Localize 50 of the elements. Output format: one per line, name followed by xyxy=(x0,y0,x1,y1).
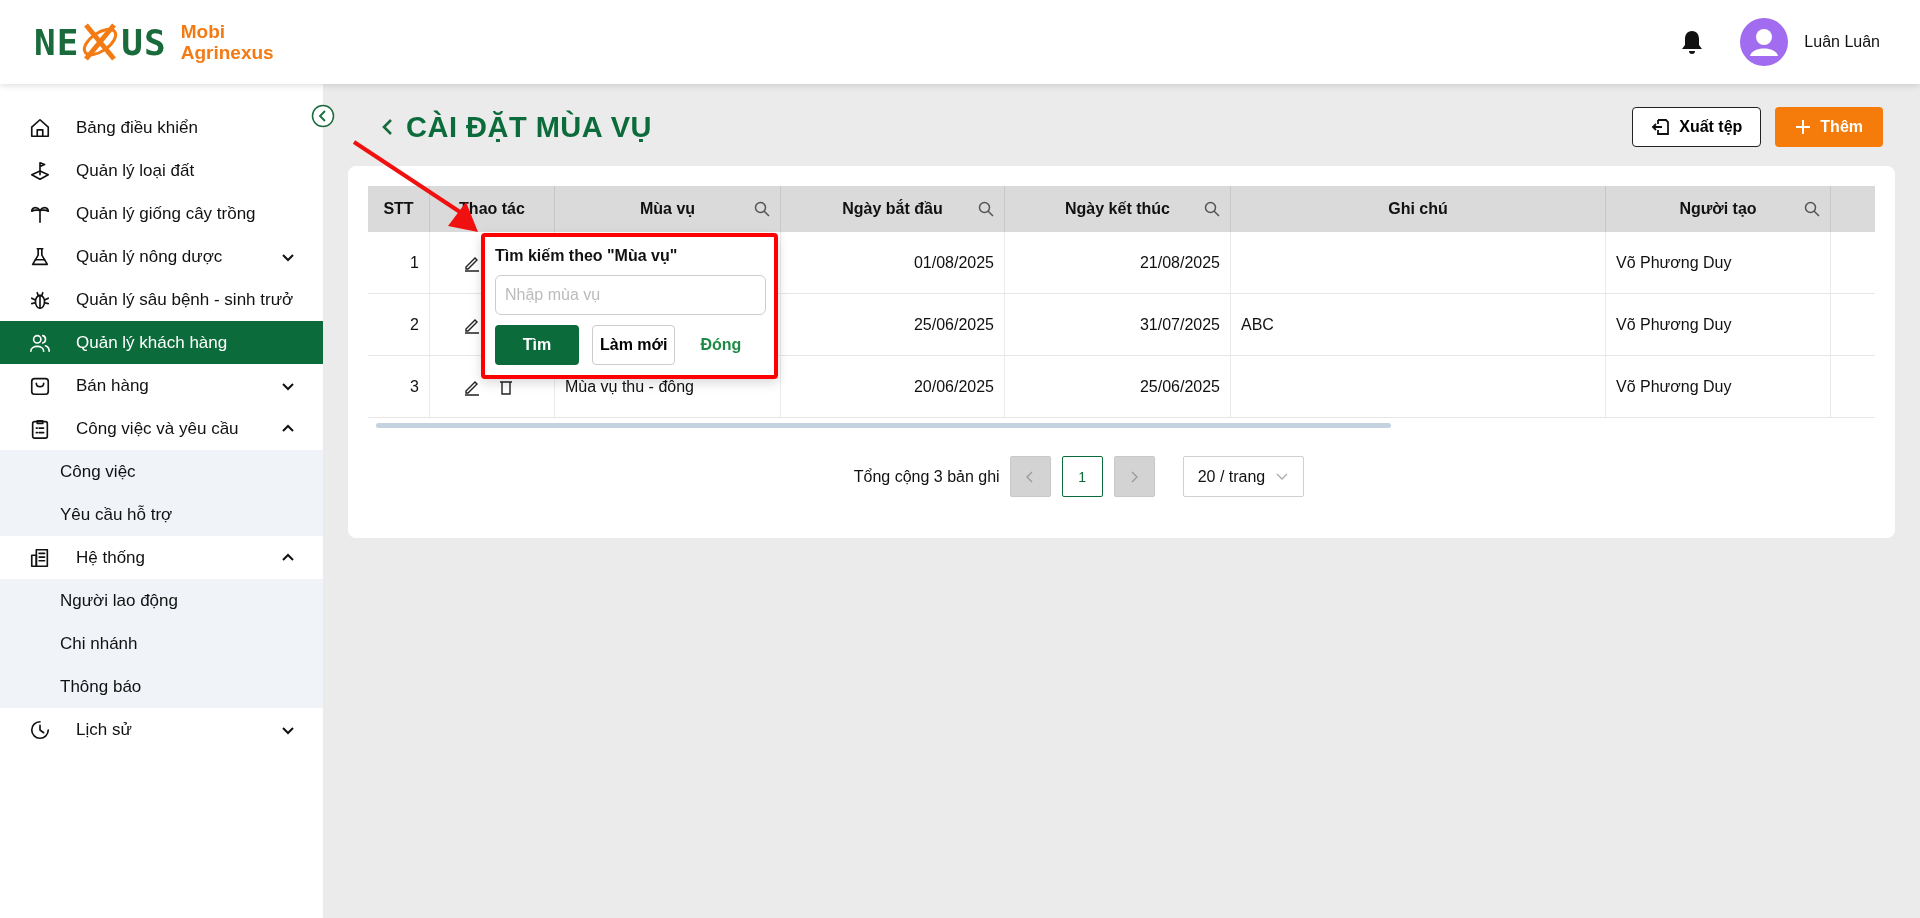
column-header[interactable]: Ngày kết thúc xyxy=(1005,186,1231,232)
sidebar-item[interactable]: Hệ thống xyxy=(0,536,309,579)
page-title: CÀI ĐẶT MÙA VỤ xyxy=(406,110,652,144)
table-cell: ABC xyxy=(1241,315,1274,334)
export-button[interactable]: Xuất tệp xyxy=(1632,107,1762,147)
total-count: Tổng cộng 3 bản ghi xyxy=(853,467,1000,486)
sidebar-subitem[interactable]: Chi nhánh xyxy=(0,622,323,665)
logo-text: US xyxy=(121,21,167,63)
table-cell: 20/06/2025 xyxy=(781,356,1005,417)
sidebar-item[interactable]: Bảng điều khiển xyxy=(0,106,309,149)
sidebar-item[interactable]: Lịch sử xyxy=(0,708,309,751)
table-cell: 25/06/2025 xyxy=(781,294,1005,355)
table-cell: 25/06/2025 xyxy=(1005,356,1231,417)
sidebar-item[interactable]: Công việc và yêu cầu xyxy=(0,407,309,450)
column-header[interactable]: Người tạo xyxy=(1606,186,1831,232)
sidebar-subitem[interactable]: Thông báo xyxy=(0,665,323,708)
sidebar-subitem[interactable]: Yêu cầu hỗ trợ xyxy=(0,493,323,536)
table-cell: 21/08/2025 xyxy=(1005,232,1231,293)
sidebar-item[interactable]: Quản lý khách hàng xyxy=(0,321,323,364)
table-cell: Võ Phương Duy xyxy=(1606,294,1831,355)
page-button[interactable]: 1 xyxy=(1061,456,1103,497)
table-cell: Mùa vụ thu - đông xyxy=(565,377,694,396)
sidebar-item[interactable]: Quản lý giống cây trồng xyxy=(0,192,309,235)
sidebar-subitem[interactable]: Người lao động xyxy=(0,579,323,622)
brand-name: Agrinexus xyxy=(180,42,274,63)
search-field[interactable]: Nhập mùa vụ xyxy=(495,275,766,315)
column-header[interactable]: STT xyxy=(368,186,430,232)
sidebar-subitem[interactable]: Công việc xyxy=(0,450,323,493)
brand-name: Mobi xyxy=(180,21,227,42)
sidebar-item[interactable]: Bán hàng xyxy=(0,364,309,407)
logo-text: NE xyxy=(34,21,80,63)
column-header[interactable]: Mùa vụ xyxy=(555,186,781,232)
column-header[interactable]: Ngày bắt đầu xyxy=(781,186,1005,232)
sidebar-item[interactable]: Quản lý loại đất xyxy=(0,149,309,192)
table-cell: 31/07/2025 xyxy=(1005,294,1231,355)
table-cell: 3 xyxy=(368,356,430,417)
sidebar-item[interactable]: Quản lý sâu bệnh - sinh trưở xyxy=(0,278,309,321)
sidebar-item[interactable]: Quản lý nông dược xyxy=(0,235,309,278)
table-cell: 2 xyxy=(368,294,430,355)
table-cell: Võ Phương Duy xyxy=(1606,356,1831,417)
user-name[interactable]: Luân Luân xyxy=(1804,33,1880,51)
table-cell: 01/08/2025 xyxy=(781,232,1005,293)
column-header[interactable]: Ghi chú xyxy=(1231,186,1606,232)
close-button[interactable]: Đóng xyxy=(688,325,754,365)
table-cell: Võ Phương Duy xyxy=(1606,232,1831,293)
page-size-select[interactable]: 20 / trang xyxy=(1182,456,1305,497)
popup-title: Tìm kiếm theo "Mùa vụ" xyxy=(495,247,679,265)
reset-button[interactable]: Làm mới xyxy=(592,325,676,365)
table-cell: 1 xyxy=(368,232,430,293)
search-button[interactable]: Tìm xyxy=(495,325,579,365)
